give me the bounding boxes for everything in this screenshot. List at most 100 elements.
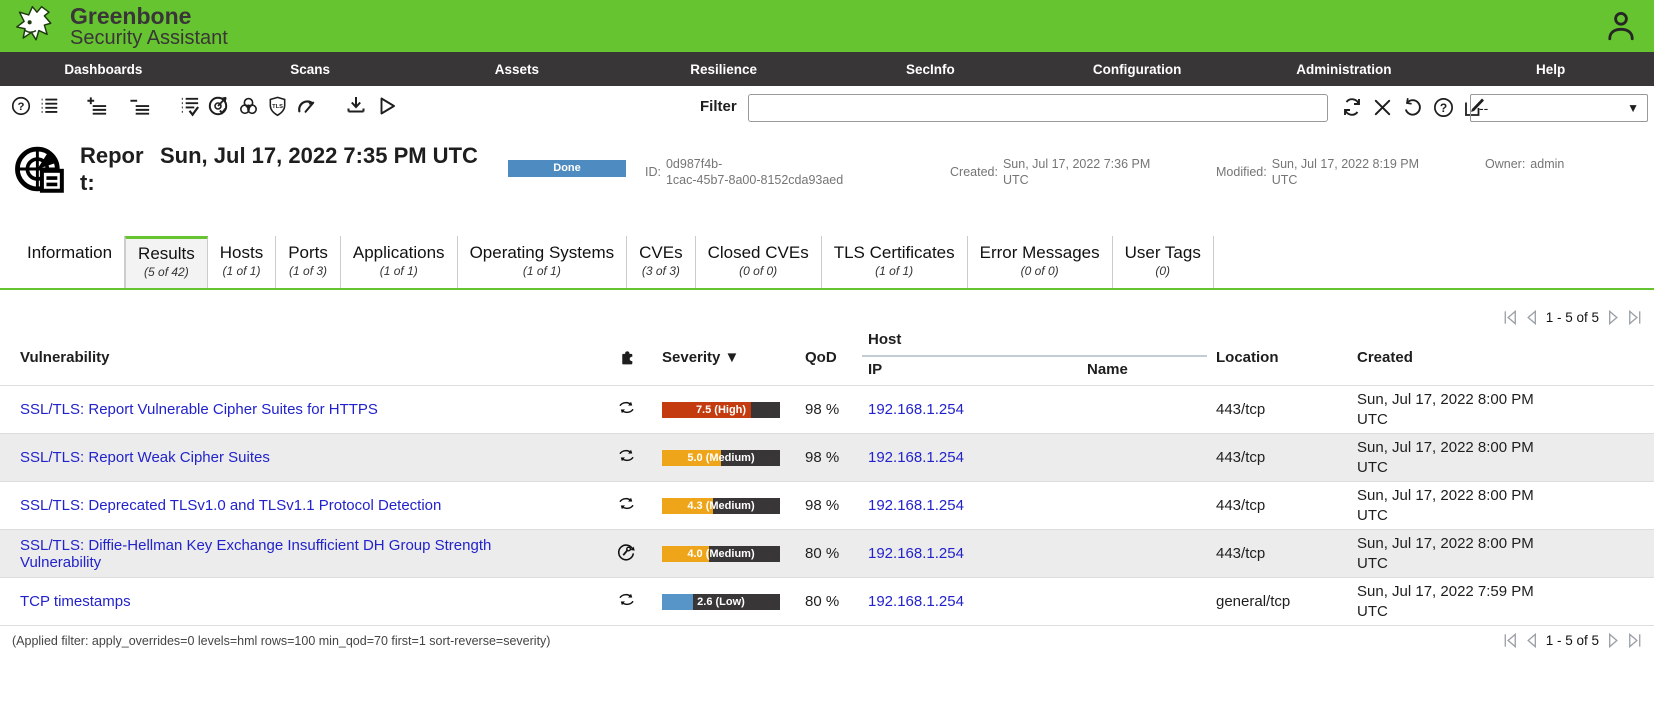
tab-applications[interactable]: Applications (1 of 1) (341, 236, 458, 288)
tab-cves[interactable]: CVEs (3 of 3) (627, 236, 695, 288)
column-header-location[interactable]: Location (1216, 349, 1279, 366)
nav-dashboards[interactable]: Dashboards (0, 52, 207, 86)
host-ip-link[interactable]: 192.168.1.254 (868, 497, 964, 514)
column-header-ip[interactable]: IP (868, 361, 882, 378)
tab-closed-cves[interactable]: Closed CVEs (0 of 0) (696, 236, 822, 288)
location-value: general/tcp (1208, 593, 1350, 610)
column-header-qod[interactable]: QoD (805, 349, 837, 366)
qod-value: 80 % (797, 593, 862, 610)
status-badge: Done (508, 160, 626, 177)
saved-filter-select[interactable]: -- ▼ (1470, 94, 1648, 122)
vulnerability-link[interactable]: SSL/TLS: Report Vulnerable Cipher Suites… (20, 401, 378, 418)
reset-filter-icon[interactable] (1401, 95, 1425, 119)
nav-help[interactable]: Help (1447, 52, 1654, 86)
created-value: Sun, Jul 17, 2022 7:59 PM UTC (1350, 582, 1552, 622)
last-page-button[interactable] (1625, 308, 1644, 327)
trigger-alert-icon[interactable] (374, 94, 398, 118)
previous-page-button[interactable] (1522, 308, 1541, 327)
vulnerability-link[interactable]: SSL/TLS: Deprecated TLSv1.0 and TLSv1.1 … (20, 497, 441, 514)
severity-value: 5.0 (Medium) (687, 452, 754, 464)
tab-tls-certificates[interactable]: TLS Certificates (1 of 1) (822, 236, 968, 288)
previous-page-button[interactable] (1522, 631, 1541, 650)
applied-filter-text: (Applied filter: apply_overrides=0 level… (12, 634, 550, 648)
report-modified-label: Modified: (1216, 164, 1267, 180)
performance-icon[interactable] (295, 95, 318, 118)
svg-text:?: ? (1440, 100, 1447, 114)
tab-hosts[interactable]: Hosts (1 of 1) (208, 236, 276, 288)
report-id-label: ID: (645, 164, 661, 180)
vulnerability-link[interactable]: SSL/TLS: Diffie-Hellman Key Exchange Ins… (20, 537, 491, 571)
host-ip-link[interactable]: 192.168.1.254 (868, 449, 964, 466)
report-results-icon[interactable] (178, 95, 201, 118)
table-row: TCP timestamps 2.6 (Low) 80 % 192.168.1.… (0, 578, 1654, 626)
report-owner-label: Owner: (1485, 156, 1525, 172)
host-ip-link[interactable]: 192.168.1.254 (868, 593, 964, 610)
table-footer: (Applied filter: apply_overrides=0 level… (0, 626, 1654, 656)
solution-vendorfix-icon (615, 541, 637, 563)
vulnerabilities-icon[interactable] (237, 95, 260, 118)
nav-assets[interactable]: Assets (414, 52, 621, 86)
nav-resilience[interactable]: Resilience (620, 52, 827, 86)
report-owner: Owner: admin (1485, 156, 1564, 172)
remove-from-assets-icon[interactable] (129, 95, 152, 118)
first-page-button[interactable] (1501, 308, 1520, 327)
next-page-button[interactable] (1604, 308, 1623, 327)
add-to-assets-icon[interactable] (86, 95, 109, 118)
filter-input[interactable] (748, 94, 1328, 122)
chevron-down-icon: ▼ (1627, 101, 1639, 115)
pagination-label: 1 - 5 of 5 (1543, 633, 1602, 648)
next-page-button[interactable] (1604, 631, 1623, 650)
brand-name: Greenbone (70, 4, 228, 28)
nav-secinfo[interactable]: SecInfo (827, 52, 1034, 86)
severity-bar: 4.0 (Medium) (662, 546, 780, 562)
qod-value: 98 % (797, 401, 862, 418)
nav-administration[interactable]: Administration (1241, 52, 1448, 86)
last-page-button[interactable] (1625, 631, 1644, 650)
severity-value: 4.3 (Medium) (687, 500, 754, 512)
report-id-value-line2: 1cac-45b7-8a00-8152cda93aed (666, 172, 843, 188)
vulnerability-link[interactable]: SSL/TLS: Report Weak Cipher Suites (20, 449, 270, 466)
results-list-icon[interactable] (38, 95, 60, 117)
delete-filter-icon[interactable] (1371, 96, 1394, 119)
filter-help-icon[interactable]: ? (1432, 96, 1455, 119)
report-modified: Modified: Sun, Jul 17, 2022 8:19 PM UTC (1216, 156, 1427, 188)
brand-subtitle: Security Assistant (70, 28, 228, 49)
solution-mitigation-icon (616, 397, 637, 418)
scan-report-icon[interactable] (207, 94, 231, 118)
column-header-created[interactable]: Created (1357, 349, 1413, 366)
solution-type-icon[interactable] (617, 346, 638, 367)
greenbone-logo-icon (14, 2, 62, 50)
severity-bar: 2.6 (Low) (662, 594, 780, 610)
column-header-vulnerability[interactable]: Vulnerability (20, 349, 109, 366)
download-report-icon[interactable] (344, 94, 368, 118)
update-filter-icon[interactable] (1340, 95, 1364, 119)
user-menu-icon[interactable] (1602, 6, 1640, 46)
location-value: 443/tcp (1208, 401, 1350, 418)
tab-information[interactable]: Information (15, 236, 125, 288)
report-title: Sun, Jul 17, 2022 7:35 PM UTC (160, 142, 498, 169)
nav-configuration[interactable]: Configuration (1034, 52, 1241, 86)
host-ip-link[interactable]: 192.168.1.254 (868, 545, 964, 562)
tab-error-messages[interactable]: Error Messages (0 of 0) (968, 236, 1113, 288)
first-page-button[interactable] (1501, 631, 1520, 650)
help-icon[interactable]: ? (10, 95, 32, 117)
tls-certificates-icon[interactable]: TLS (266, 95, 289, 118)
column-header-name[interactable]: Name (1087, 361, 1128, 378)
report-created-value: Sun, Jul 17, 2022 7:36 PM UTC (1003, 156, 1158, 188)
tab-operating-systems[interactable]: Operating Systems (1 of 1) (458, 236, 628, 288)
location-value: 443/tcp (1208, 497, 1350, 514)
report-created: Created: Sun, Jul 17, 2022 7:36 PM UTC (950, 156, 1158, 188)
host-ip-link[interactable]: 192.168.1.254 (868, 401, 964, 418)
column-header-severity[interactable]: Severity ▼ (662, 349, 739, 366)
qod-value: 98 % (797, 449, 862, 466)
created-value: Sun, Jul 17, 2022 8:00 PM UTC (1350, 390, 1552, 430)
svg-text:TLS: TLS (272, 104, 283, 110)
tab-user-tags[interactable]: User Tags (0) (1113, 236, 1214, 288)
tab-results[interactable]: Results (5 of 42) (125, 236, 208, 288)
vulnerability-link[interactable]: TCP timestamps (20, 593, 131, 610)
nav-scans[interactable]: Scans (207, 52, 414, 86)
tab-ports[interactable]: Ports (1 of 3) (276, 236, 341, 288)
location-value: 443/tcp (1208, 449, 1350, 466)
pagination-label: 1 - 5 of 5 (1543, 310, 1602, 325)
created-value: Sun, Jul 17, 2022 8:00 PM UTC (1350, 438, 1552, 478)
